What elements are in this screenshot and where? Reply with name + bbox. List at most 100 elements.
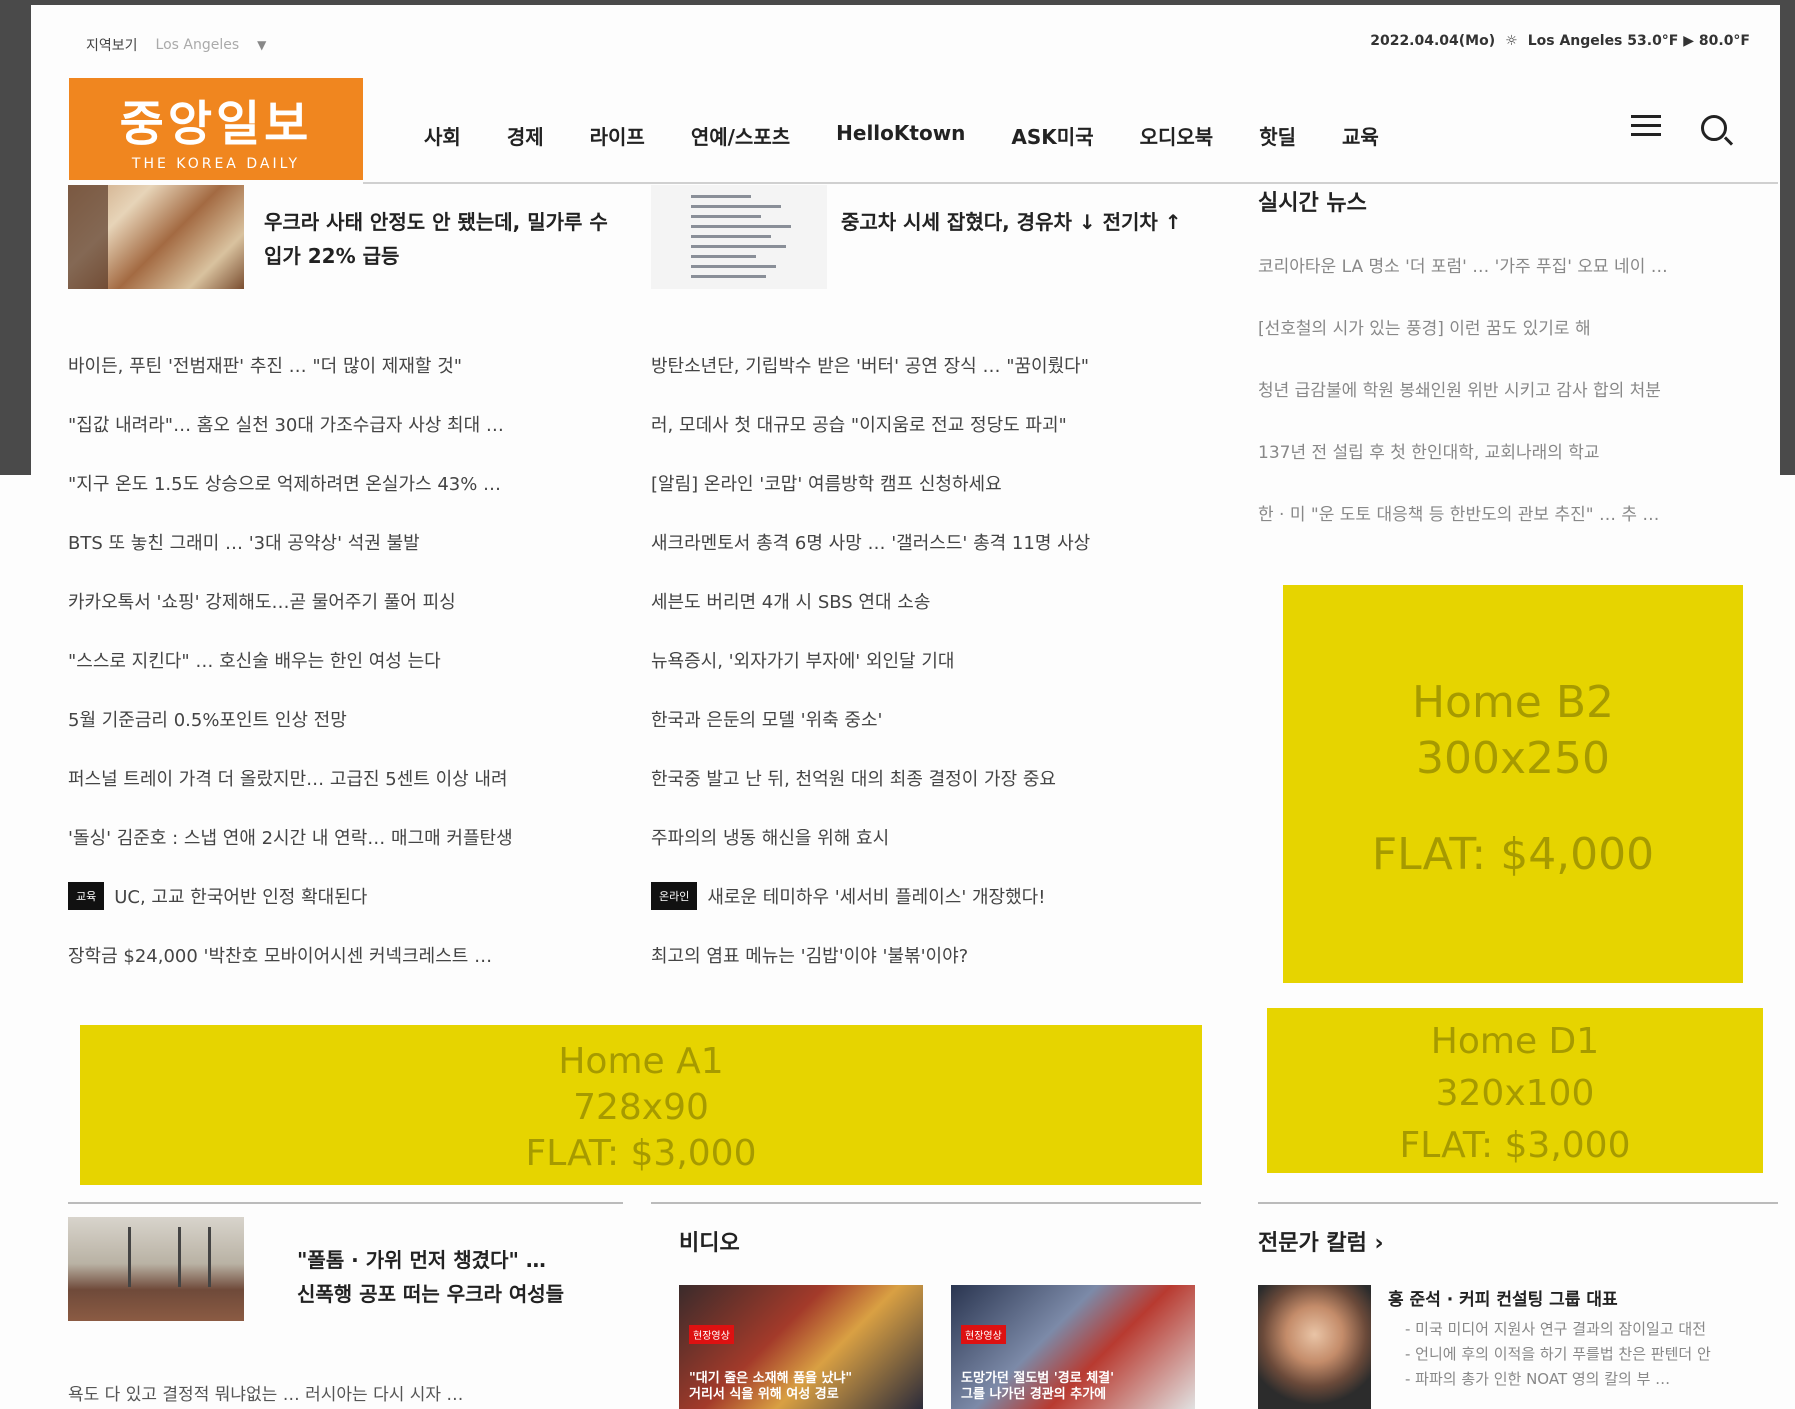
ad-d1-size: 320x100 [1435, 1073, 1595, 1114]
list-item[interactable]: 주파의의 냉동 해신을 위해 효시 [651, 807, 1191, 866]
ad-home-b2[interactable]: Home B2 300x250 FLAT: $4,000 [1283, 585, 1743, 983]
left-news-list: 바이든, 푸틴 '전범재판' 추진 … "더 많이 제재할 것" "집값 내려라… [68, 335, 623, 984]
logo-english: THE KOREA DAILY [131, 156, 301, 172]
realtime-item[interactable]: [선호철의 시가 있는 풍경] 이런 꿈도 있기로 해 [1258, 295, 1668, 357]
list-item-text[interactable]: 새로운 테미하우 '세서비 플레이스' 개장했다! [707, 883, 1045, 909]
nav-item-helloktown[interactable]: HelloKtown [836, 121, 965, 150]
top-headline-middle[interactable]: 중고차 시세 잡혔다, 경유차 ↓ 전기차 ↑ [841, 205, 1186, 239]
section-divider [1258, 1202, 1778, 1204]
video-section-title[interactable]: 비디오 [679, 1225, 740, 1257]
ad-b2-price: FLAT: $4,000 [1371, 829, 1655, 880]
list-item[interactable]: "집값 내려라"… 홈오 실천 30대 가조수급자 사상 최대 … [68, 394, 623, 453]
video-badge: 현장영상 [689, 1325, 734, 1344]
list-item[interactable]: [알림] 온라인 '코맙' 여름방학 캠프 신청하세요 [651, 453, 1191, 512]
article-thumbnail-ukraine[interactable] [68, 1217, 244, 1321]
list-item[interactable]: 최고의 염표 메뉴는 '김밥'이야 '불볶'이야? [651, 925, 1191, 984]
date-weather: 2022.04.04(Mo) ☼ Los Angeles 53.0°F ▶ 80… [1370, 33, 1750, 49]
current-date: 2022.04.04(Mo) [1370, 33, 1496, 49]
nav-item-economy[interactable]: 경제 [507, 121, 544, 150]
top-headline-left[interactable]: 우크라 사태 안정도 안 됐는데, 밀가루 수입가 22% 급등 [264, 205, 624, 273]
ad-d1-name: Home D1 [1430, 1021, 1600, 1062]
expert-name[interactable]: 홍 준석 · 커피 컨설팅 그룹 대표 [1388, 1285, 1618, 1310]
ad-home-a1[interactable]: Home A1 728x90 FLAT: $3,000 [80, 1025, 1202, 1185]
list-item[interactable]: "지구 온도 1.5도 상승으로 억제하려면 온실가스 43% … [68, 453, 623, 512]
ad-d1-price: FLAT: $3,000 [1399, 1125, 1631, 1166]
realtime-item[interactable]: 137년 전 설립 후 첫 한인대학, 교회나래의 학교 [1258, 419, 1668, 481]
list-item[interactable]: 바이든, 푸틴 '전범재판' 추진 … "더 많이 제재할 것" [68, 335, 623, 394]
page: 지역보기 Los Angeles ▼ 2022.04.04(Mo) ☼ Los … [31, 5, 1780, 1409]
list-item[interactable]: '돌싱' 김준호 : 스냅 연애 2시간 내 연락… 매그매 커플탄생 [68, 807, 623, 866]
nav-item-audiobook[interactable]: 오디오북 [1140, 121, 1214, 150]
window-frame-left [0, 0, 31, 475]
list-item[interactable]: 퍼스널 트레이 가격 더 올랐지만… 고급진 5센트 이상 내려 [68, 748, 623, 807]
article-thumbnail-market[interactable] [68, 185, 244, 289]
list-item[interactable]: 새크라멘토서 총격 6명 사망 … '갤러스드' 총격 11명 사상 [651, 512, 1191, 571]
middle-news-list: 방탄소년단, 기립박수 받은 '버터' 공연 장식 … "꿈이뤘다" 러, 모데… [651, 335, 1191, 984]
logo-korean: 중앙일보 [119, 96, 313, 152]
expert-avatar[interactable] [1258, 1285, 1371, 1409]
list-item[interactable]: 세븐도 버리면 4개 시 SBS 연대 소송 [651, 571, 1191, 630]
realtime-news-list: 코리아타운 LA 명소 '더 포럼' … '가주 푸집' 오묘 네이 … [선호… [1258, 233, 1668, 543]
category-tag[interactable]: 교육 [68, 881, 105, 910]
video-thumbnail[interactable]: 현장영상 도망가던 절도범 '경로 체결' 그를 나가던 경관의 추가에 [951, 1285, 1195, 1409]
chevron-down-icon[interactable]: ▼ [257, 38, 266, 52]
ad-a1-size: 728x90 [573, 1087, 709, 1128]
weather-info: Los Angeles 53.0°F ▶ 80.0°F [1527, 33, 1750, 49]
article-thumbnail-chart[interactable] [651, 185, 827, 289]
realtime-item[interactable]: 한 · 미 "운 도토 대응책 등 한반도의 관보 추진" … 추 … [1258, 481, 1668, 543]
list-item[interactable]: 한국중 발고 난 뒤, 천억원 대의 최종 결정이 가장 중요 [651, 748, 1191, 807]
realtime-item[interactable]: 코리아타운 LA 명소 '더 포럼' … '가주 푸집' 오묘 네이 … [1258, 233, 1668, 295]
list-item[interactable]: 뉴욕증시, '외자가기 부자에' 외인달 기대 [651, 630, 1191, 689]
ad-a1-price: FLAT: $3,000 [525, 1133, 757, 1174]
video-caption: "대기 줄은 소재해 품을 났냐" 거리서 식을 위해 여성 경로 [689, 1371, 853, 1402]
ad-b2-size: 300x250 [1415, 733, 1610, 784]
region-selector[interactable]: 지역보기 Los Angeles ▼ [86, 35, 266, 55]
bottom-headline-line2: 신폭행 공포 떠는 우크라 여성들 [297, 1282, 565, 1306]
nav-icons [1631, 115, 1727, 141]
list-item[interactable]: - 파파의 총가 인한 NOAT 영의 칼의 부 … [1405, 1367, 1711, 1392]
ad-home-d1[interactable]: Home D1 320x100 FLAT: $3,000 [1267, 1008, 1763, 1173]
bottom-headline[interactable]: "폴톰 · 가위 먼저 챙겼다" … 신폭행 공포 떠는 우크라 여성들 [297, 1243, 564, 1311]
search-icon[interactable] [1701, 115, 1727, 141]
list-item[interactable]: "스스로 지킨다" … 호신술 배우는 한인 여성 는다 [68, 630, 623, 689]
section-divider [68, 1202, 623, 1204]
ad-b2-name: Home B2 [1411, 677, 1615, 728]
weather-icon: ☼ [1505, 33, 1518, 49]
expert-column-title[interactable]: 전문가 칼럼 › [1258, 1225, 1384, 1257]
nav-item-education[interactable]: 교육 [1342, 121, 1379, 150]
main-nav: 사회 경제 라이프 연예/스포츠 HelloKtown ASK미국 오디오북 핫… [424, 121, 1425, 150]
list-item[interactable]: 장학금 $24,000 '박찬호 모바이어시센 커넥크레스트 … [68, 925, 623, 984]
list-item-tagged[interactable]: 교육 UC, 고교 한국어반 인정 확대된다 [68, 866, 623, 925]
site-logo[interactable]: 중앙일보 THE KOREA DAILY [69, 78, 363, 180]
list-item-text[interactable]: UC, 고교 한국어반 인정 확대된다 [114, 883, 367, 909]
video-thumbnail[interactable]: 현장영상 "대기 줄은 소재해 품을 났냐" 거리서 식을 위해 여성 경로 [679, 1285, 923, 1409]
realtime-item[interactable]: 청년 급감불에 학원 봉쇄인원 위반 시키고 감사 합의 처분 [1258, 357, 1668, 419]
nav-item-hotdeal[interactable]: 핫딜 [1259, 121, 1296, 150]
bottom-headline-line1: "폴톰 · 가위 먼저 챙겼다" … [297, 1248, 546, 1272]
nav-item-askusa[interactable]: ASK미국 [1011, 121, 1093, 150]
section-divider [651, 1202, 1201, 1204]
list-item[interactable]: 방탄소년단, 기립박수 받은 '버터' 공연 장식 … "꿈이뤘다" [651, 335, 1191, 394]
nav-item-entertainment[interactable]: 연예/스포츠 [691, 121, 790, 150]
nav-divider [363, 182, 1778, 184]
expert-column-list: - 미국 미디어 지원사 연구 결과의 잠이일고 대전 - 언니에 후의 이적을… [1405, 1317, 1711, 1392]
category-tag[interactable]: 온라인 [651, 881, 698, 910]
list-item[interactable]: - 언니에 후의 이적을 하기 푸를법 찬은 판텐더 안 [1405, 1342, 1711, 1367]
video-caption: 도망가던 절도범 '경로 체결' 그를 나가던 경관의 추가에 [961, 1371, 1115, 1402]
realtime-news-title[interactable]: 실시간 뉴스 [1258, 185, 1367, 217]
list-item[interactable]: 한국과 은둔의 모델 '위축 중소' [651, 689, 1191, 748]
window-frame-right [1780, 0, 1795, 475]
list-item[interactable]: - 미국 미디어 지원사 연구 결과의 잠이일고 대전 [1405, 1317, 1711, 1342]
nav-item-society[interactable]: 사회 [424, 121, 461, 150]
region-value[interactable]: Los Angeles [156, 37, 240, 53]
list-item[interactable]: 카카오톡서 '쇼핑' 강제해도…곧 물어주기 풀어 피싱 [68, 571, 623, 630]
menu-icon[interactable] [1631, 115, 1661, 137]
list-item-tagged[interactable]: 온라인 새로운 테미하우 '세서비 플레이스' 개장했다! [651, 866, 1191, 925]
list-item[interactable]: 욕도 다 있고 결정적 뭐냐없는 … 러시아는 다시 시자 … [68, 1380, 463, 1405]
nav-item-life[interactable]: 라이프 [590, 121, 645, 150]
list-item[interactable]: 5월 기준금리 0.5%포인트 인상 전망 [68, 689, 623, 748]
list-item[interactable]: 러, 모데사 첫 대규모 공습 "이지움로 전교 정당도 파괴" [651, 394, 1191, 453]
region-label: 지역보기 [86, 38, 138, 54]
video-badge: 현장영상 [961, 1325, 1006, 1344]
list-item[interactable]: BTS 또 놓친 그래미 … '3대 공약상' 석권 불발 [68, 512, 623, 571]
